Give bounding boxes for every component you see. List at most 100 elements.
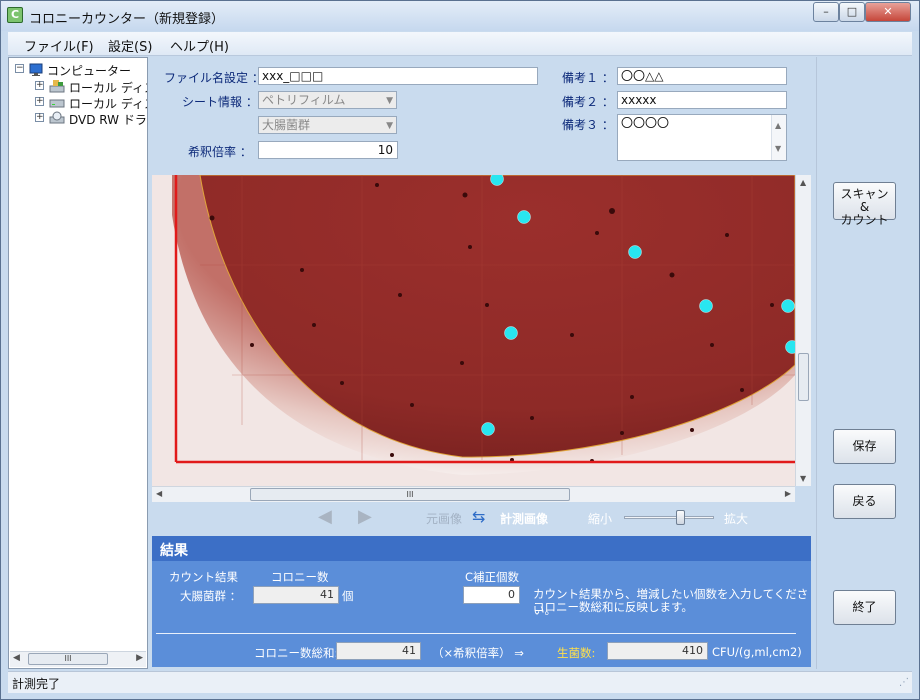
menu-help[interactable]: ヘルプ(H) bbox=[170, 36, 229, 55]
scan-count-button[interactable]: スキャン & カウント bbox=[833, 182, 896, 227]
colony-image bbox=[152, 175, 795, 486]
minimize-button[interactable]: – bbox=[813, 2, 839, 22]
original-image-toggle[interactable]: 元画像 bbox=[426, 510, 462, 527]
hint-text-2: コロニー数総和に反映します。 bbox=[533, 600, 693, 614]
filename-input[interactable]: xxx_□□□ bbox=[258, 67, 538, 85]
note1-input[interactable]: 〇〇△△ bbox=[617, 67, 787, 85]
result-title: 結果 bbox=[160, 543, 188, 559]
tree-item-local-disk-1[interactable]: + ローカル ディスク bbox=[9, 78, 147, 94]
close-button[interactable]: ✕ bbox=[865, 2, 911, 22]
image-nav-bar: ◀ ▶ 元画像 ⇆ 計測画像 縮小 拡大 bbox=[152, 504, 811, 531]
tree-item-computer[interactable]: − コンピューター bbox=[9, 61, 147, 77]
image-vscroll-thumb[interactable] bbox=[798, 353, 809, 401]
dvd-drive-icon bbox=[49, 111, 65, 125]
tree-label: コンピューター bbox=[47, 64, 132, 77]
bacteria-select-value: 大腸菌群 bbox=[262, 118, 311, 132]
petri-image-viewer[interactable] bbox=[152, 175, 795, 486]
measured-image-toggle[interactable]: 計測画像 bbox=[500, 510, 548, 527]
dropdown-arrow-icon: ▼ bbox=[386, 121, 393, 131]
status-bar: 計測完了 ⋰ bbox=[8, 671, 912, 693]
expand-icon[interactable]: + bbox=[35, 113, 44, 122]
swap-arrows-icon[interactable]: ⇆ bbox=[472, 507, 485, 526]
prev-image-icon[interactable]: ◀ bbox=[318, 506, 332, 527]
zoom-slider-thumb[interactable] bbox=[675, 510, 685, 525]
tree-scroll-thumb[interactable]: III bbox=[28, 653, 108, 665]
c-correction-label: C補正個数 bbox=[465, 570, 520, 584]
scroll-left-icon[interactable]: ◀ bbox=[13, 653, 20, 663]
bacteria-select: 大腸菌群 ▼ bbox=[258, 116, 397, 134]
back-button[interactable]: 戻る bbox=[833, 484, 896, 519]
image-hscroll-thumb[interactable]: III bbox=[250, 488, 570, 501]
input-form: ファイル名設定 ： xxx_□□□ シート情報 ： ペトリフィルム ▼ 大腸菌群… bbox=[151, 57, 811, 170]
sheet-label: シート情報 ： bbox=[182, 95, 258, 109]
tree-label: ローカル ディスク bbox=[69, 81, 147, 94]
result-divider bbox=[156, 633, 796, 634]
collapse-icon[interactable]: − bbox=[15, 64, 24, 73]
tree-horizontal-scrollbar[interactable]: ◀ III ▶ bbox=[10, 651, 146, 667]
note3-scrollbar[interactable]: ▲ ▼ bbox=[771, 115, 786, 160]
scroll-up-icon[interactable]: ▲ bbox=[775, 118, 781, 134]
unit-label: 個 bbox=[342, 589, 354, 603]
scroll-down-icon[interactable]: ▼ bbox=[800, 474, 806, 483]
exit-button[interactable]: 終了 bbox=[833, 590, 896, 625]
note2-input[interactable]: xxxxx bbox=[617, 91, 787, 109]
resize-grip-icon[interactable]: ⋰ bbox=[899, 677, 909, 688]
image-vertical-scrollbar[interactable]: ▲ ▼ bbox=[795, 175, 811, 486]
dropdown-arrow-icon: ▼ bbox=[386, 96, 393, 106]
app-logo-icon bbox=[7, 7, 23, 23]
disk-icon bbox=[49, 95, 65, 109]
computer-icon bbox=[29, 63, 45, 77]
viable-count-field: 410 bbox=[607, 642, 708, 660]
scroll-right-icon[interactable]: ▶ bbox=[136, 653, 143, 663]
scroll-left-icon[interactable]: ◀ bbox=[156, 489, 162, 498]
dilution-input[interactable]: 10 bbox=[258, 141, 398, 159]
sheet-select-value: ペトリフィルム bbox=[262, 93, 346, 107]
next-image-icon[interactable]: ▶ bbox=[358, 506, 372, 527]
zoom-slider[interactable] bbox=[624, 510, 714, 525]
folder-tree[interactable]: − コンピューター + ローカル ディスク + ローカル ディスク + bbox=[8, 57, 148, 669]
scroll-down-icon[interactable]: ▼ bbox=[775, 141, 781, 157]
bacteria-count-field: 41 bbox=[253, 586, 339, 604]
bacteria-row-label: 大腸菌群 ： bbox=[180, 589, 242, 603]
action-panel: スキャン & カウント 保存 戻る 終了 bbox=[816, 57, 912, 669]
menu-file[interactable]: ファイル(F) bbox=[24, 36, 94, 55]
title-bar: コロニーカウンター（新規登録） – □ ✕ bbox=[1, 1, 919, 31]
maximize-button[interactable]: □ bbox=[839, 2, 865, 22]
note3-textarea[interactable]: 〇〇〇〇 ▲ ▼ bbox=[617, 114, 787, 161]
dilution-note: （×希釈倍率） ⇒ bbox=[432, 646, 524, 660]
result-panel: 結果 カウント結果 コロニー数 大腸菌群 ： 41 個 C補正個数 0 カウント… bbox=[152, 536, 811, 667]
status-text: 計測完了 bbox=[12, 677, 61, 691]
viable-count-label: 生菌数: bbox=[557, 646, 596, 660]
expand-icon[interactable]: + bbox=[35, 81, 44, 90]
result-header: 結果 bbox=[152, 536, 811, 561]
c-correction-input[interactable]: 0 bbox=[463, 586, 520, 604]
total-field: 41 bbox=[336, 642, 421, 660]
count-result-label: カウント結果 bbox=[169, 570, 238, 584]
zoom-in-label: 拡大 bbox=[724, 512, 749, 526]
scroll-up-icon[interactable]: ▲ bbox=[800, 178, 806, 187]
scroll-right-icon[interactable]: ▶ bbox=[785, 489, 791, 498]
filename-label: ファイル名設定 ： bbox=[164, 71, 264, 85]
app-window: コロニーカウンター（新規登録） – □ ✕ ファイル(F) 設定(S) ヘルプ(… bbox=[0, 0, 920, 700]
colony-count-header: コロニー数 bbox=[271, 570, 329, 584]
window-title: コロニーカウンター（新規登録） bbox=[29, 12, 225, 27]
tree-item-local-disk-2[interactable]: + ローカル ディスク bbox=[9, 94, 147, 110]
tree-label: DVD RW ドライブ bbox=[69, 113, 147, 126]
viable-unit: CFU/(g,ml,cm2) bbox=[712, 645, 802, 659]
total-label: コロニー数総和: bbox=[254, 646, 339, 660]
note3-text: 〇〇〇〇 bbox=[621, 116, 670, 130]
tree-label: ローカル ディスク bbox=[69, 97, 147, 110]
zoom-out-label: 縮小 bbox=[588, 512, 613, 526]
note3-label: 備考３ ： bbox=[562, 118, 614, 132]
image-horizontal-scrollbar[interactable]: ◀ III ▶ bbox=[152, 486, 795, 502]
sheet-select: ペトリフィルム ▼ bbox=[258, 91, 397, 109]
note1-label: 備考１ ： bbox=[562, 71, 614, 85]
save-button[interactable]: 保存 bbox=[833, 429, 896, 464]
note2-label: 備考２ ： bbox=[562, 95, 614, 109]
expand-icon[interactable]: + bbox=[35, 97, 44, 106]
dilution-label: 希釈倍率 ： bbox=[188, 145, 252, 159]
disk-icon bbox=[49, 79, 65, 93]
tree-item-dvd-drive[interactable]: + DVD RW ドライブ bbox=[9, 110, 147, 126]
menu-settings[interactable]: 設定(S) bbox=[108, 36, 152, 55]
menu-bar: ファイル(F) 設定(S) ヘルプ(H) bbox=[8, 32, 912, 56]
